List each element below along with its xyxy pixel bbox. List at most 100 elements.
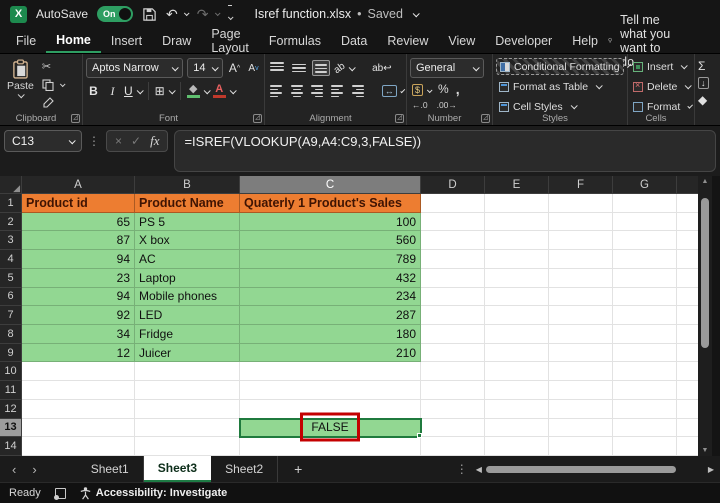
format-as-table-button[interactable]: Format as Table (496, 78, 624, 95)
borders-button[interactable]: ⊞ (155, 82, 176, 100)
cell-A14[interactable] (22, 437, 135, 456)
cell-partial-5[interactable] (677, 269, 698, 288)
row-header-10[interactable]: 10 (0, 362, 22, 382)
cell-partial-4[interactable] (677, 250, 698, 269)
cell-F9[interactable] (549, 343, 613, 363)
cell-A2[interactable]: 65 (22, 212, 135, 232)
increase-decimal-button[interactable]: ←.0 (412, 100, 428, 110)
cell-D14[interactable] (421, 437, 485, 456)
cell-D8[interactable] (421, 325, 485, 344)
cell-B2[interactable]: PS 5 (135, 212, 240, 232)
center-button[interactable] (288, 83, 304, 99)
cell-F10[interactable] (549, 362, 613, 382)
decrease-indent-button[interactable] (329, 83, 345, 99)
cell-A1[interactable]: Product id (22, 194, 135, 213)
cell-F6[interactable] (549, 287, 613, 307)
customize-toolbar-button[interactable] (227, 5, 234, 23)
cell-F3[interactable] (549, 231, 613, 251)
cell-C11[interactable] (240, 381, 421, 400)
align-right-button[interactable] (309, 83, 325, 99)
cell-E1[interactable] (485, 194, 549, 213)
percent-style-button[interactable]: % (438, 82, 449, 96)
cell-partial-1[interactable] (677, 194, 698, 213)
cell-partial-7[interactable] (677, 306, 698, 326)
cell-C10[interactable] (240, 362, 421, 382)
cell-D4[interactable] (421, 250, 485, 269)
cell-G9[interactable] (613, 343, 677, 363)
cell-F8[interactable] (549, 325, 613, 344)
cell-F1[interactable] (549, 194, 613, 213)
cell-B8[interactable]: Fridge (135, 325, 240, 344)
cell-A4[interactable]: 94 (22, 250, 135, 269)
cell-B14[interactable] (135, 437, 240, 456)
menu-tab-file[interactable]: File (6, 28, 46, 53)
cell-C5[interactable]: 432 (240, 268, 421, 288)
cell-B10[interactable] (135, 362, 240, 382)
cell-B7[interactable]: LED (135, 306, 240, 326)
italic-button[interactable]: I (105, 82, 120, 100)
merge-center-button[interactable]: ↔ (381, 82, 406, 100)
formula-input[interactable]: =ISREF(VLOOKUP(A9,A4:C9,3,FALSE)) (174, 130, 716, 172)
cell-G12[interactable] (613, 399, 677, 419)
horizontal-scrollbar[interactable]: ◀ ▶ (476, 465, 714, 474)
document-title[interactable]: Isref function.xlsx • Saved (255, 7, 420, 21)
column-header-E[interactable]: E (485, 176, 549, 194)
cell-A10[interactable] (22, 362, 135, 382)
save-button[interactable] (142, 7, 157, 22)
cell-partial-2[interactable] (677, 213, 698, 232)
cell-partial-10[interactable] (677, 362, 698, 382)
menu-tab-draw[interactable]: Draw (152, 28, 201, 53)
cell-G10[interactable] (613, 362, 677, 382)
cell-G6[interactable] (613, 287, 677, 307)
menu-tab-help[interactable]: Help (562, 28, 608, 53)
menu-tab-insert[interactable]: Insert (101, 28, 152, 53)
column-header-C[interactable]: C (240, 176, 421, 194)
cell-E10[interactable] (485, 362, 549, 382)
menu-tab-view[interactable]: View (438, 28, 485, 53)
cell-E7[interactable] (485, 306, 549, 326)
delete-cells-button[interactable]: Delete (631, 78, 693, 95)
fill-button[interactable]: ↓ (698, 75, 717, 90)
sheet-tab-sheet2[interactable]: Sheet2 (211, 456, 279, 482)
middle-align-button[interactable] (290, 60, 308, 76)
cell-G13[interactable] (613, 418, 677, 438)
vertical-scrollbar[interactable]: ▲ ▼ (698, 176, 712, 456)
autosave-toggle[interactable]: On (97, 6, 134, 22)
cut-button[interactable]: ✂ (42, 59, 64, 74)
horizontal-scroll-thumb[interactable] (485, 465, 676, 473)
sheet-tab-sheet1[interactable]: Sheet1 (77, 456, 144, 482)
align-left-button[interactable] (268, 83, 284, 99)
cell-D6[interactable] (421, 287, 485, 307)
cell-C2[interactable]: 100 (240, 212, 421, 232)
increase-indent-button[interactable] (349, 83, 365, 99)
cell-G7[interactable] (613, 306, 677, 326)
column-header-partial[interactable] (677, 176, 698, 194)
row-header-7[interactable]: 7 (0, 306, 22, 326)
cell-D9[interactable] (421, 343, 485, 363)
cell-D7[interactable] (421, 306, 485, 326)
number-dialog-launcher[interactable]: ◿ (481, 114, 490, 123)
cell-partial-14[interactable] (677, 437, 698, 456)
cell-A11[interactable] (22, 381, 135, 400)
row-header-11[interactable]: 11 (0, 381, 22, 400)
increase-font-button[interactable]: A ^ (227, 59, 242, 77)
cell-partial-13[interactable] (677, 419, 698, 438)
cell-E12[interactable] (485, 399, 549, 419)
fill-color-button[interactable]: ◆ (186, 82, 211, 100)
cell-B12[interactable] (135, 399, 240, 419)
font-color-button[interactable]: A (212, 82, 237, 100)
tell-me-search[interactable]: Tell me what you want to do (608, 13, 674, 69)
paste-button[interactable]: Paste (3, 58, 38, 111)
cell-G1[interactable] (613, 194, 677, 213)
undo-button[interactable]: ↶ (166, 6, 190, 23)
cell-B1[interactable]: Product Name (135, 194, 240, 213)
row-header-4[interactable]: 4 (0, 250, 22, 269)
format-painter-button[interactable] (42, 95, 64, 110)
redo-button[interactable]: ↷ (197, 6, 221, 23)
formula-bar-handle[interactable]: ⋮ (88, 134, 100, 148)
cell-A3[interactable]: 87 (22, 231, 135, 251)
cell-A6[interactable]: 94 (22, 287, 135, 307)
cell-G14[interactable] (613, 437, 677, 456)
cell-C4[interactable]: 789 (240, 250, 421, 269)
menu-tab-developer[interactable]: Developer (485, 28, 562, 53)
